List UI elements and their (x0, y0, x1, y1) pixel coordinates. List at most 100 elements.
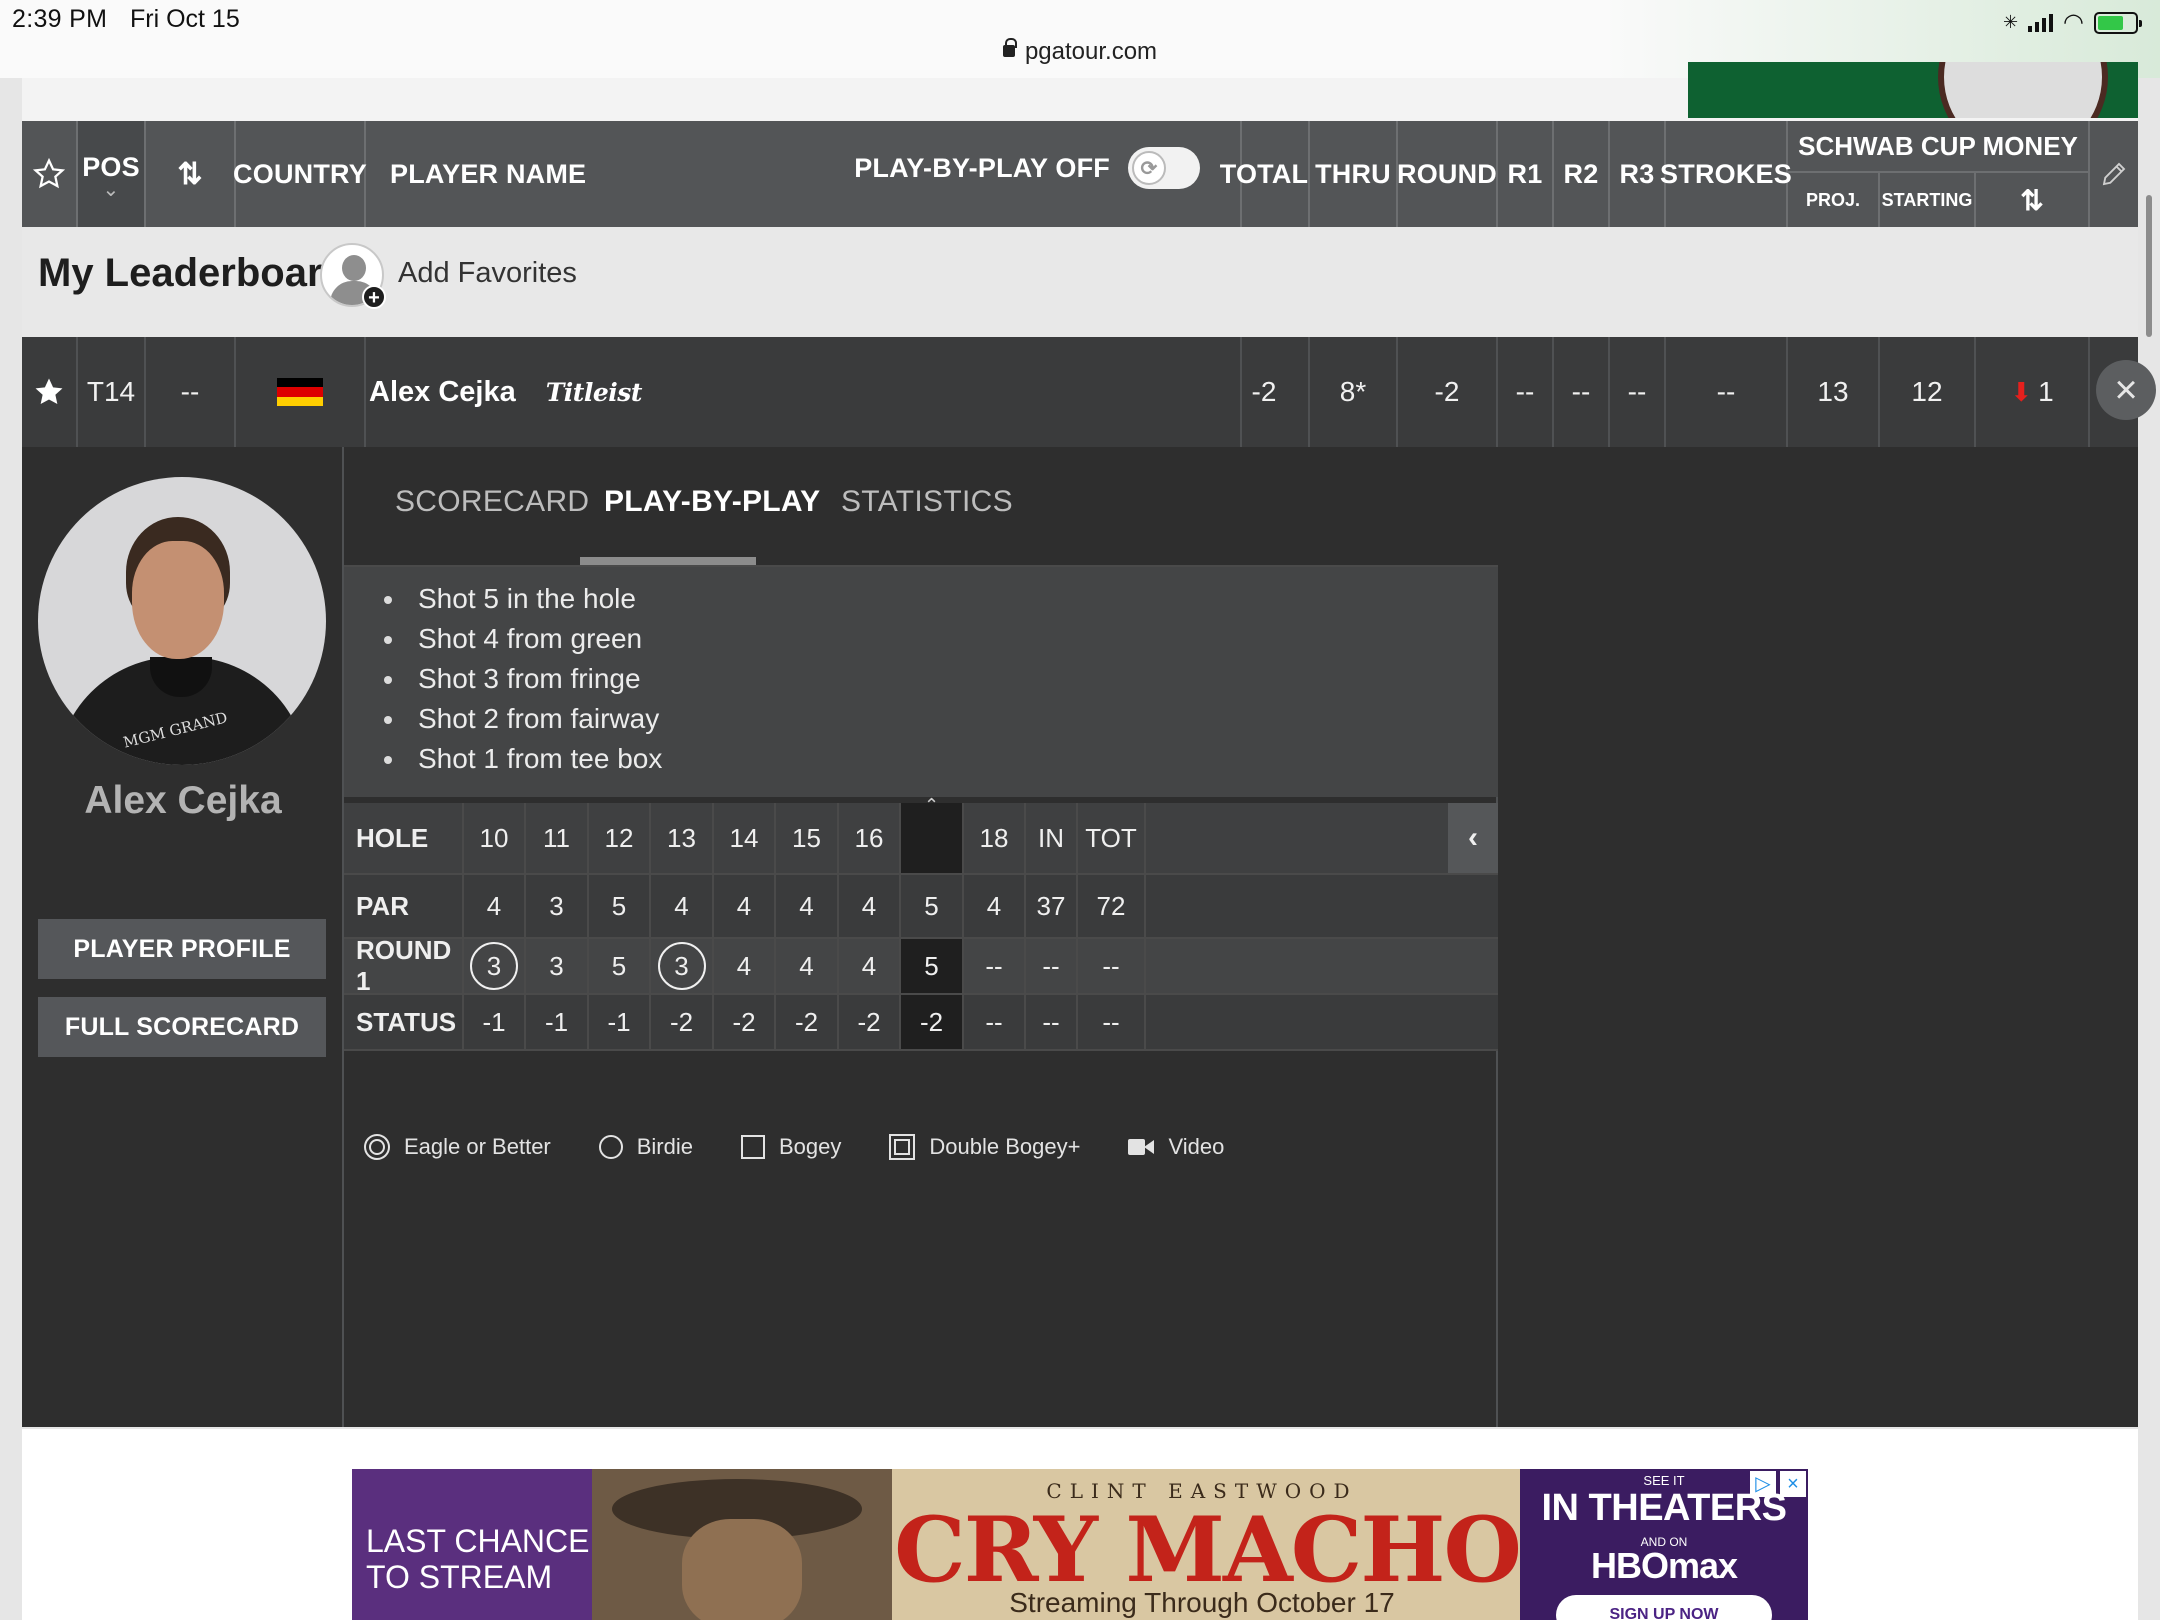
money-sort-icon[interactable]: ⇅ (1976, 173, 2090, 227)
ad-left-text: LAST CHANCE TO STREAM (366, 1523, 589, 1595)
player-name-group[interactable]: Alex Cejka Titleist (369, 337, 642, 447)
country-header-label: COUNTRY (233, 158, 367, 189)
my-leaderboard-bar: My Leaderboard + Add Favorites (22, 227, 2138, 337)
active-tab-indicator (580, 557, 756, 565)
status-row: STATUS -1 -1 -1 -2 -2 -2 -2 -2 -- -- -- (344, 995, 1498, 1051)
play-by-play-toggle[interactable]: ⟳ (1128, 147, 1200, 189)
tab-scorecard[interactable]: SCORECARD (395, 485, 589, 519)
germany-flag-icon (277, 378, 323, 406)
thru-header-label: THRU (1315, 158, 1391, 189)
r1-column-header[interactable]: R1 (1498, 121, 1554, 227)
play-by-play-toggle-group: PLAY-BY-PLAY OFF ⟳ (854, 147, 1200, 189)
ad-left-panel: LAST CHANCE TO STREAM (352, 1469, 592, 1620)
page-scrollbar[interactable] (2146, 195, 2152, 337)
player-movement: -- (146, 337, 236, 447)
ad-choices[interactable]: ▷ × (1750, 1471, 1806, 1497)
strokes-column-header[interactable]: STROKES (1660, 121, 1792, 227)
player-name-column-header[interactable]: PLAYER NAME PLAY-BY-PLAY OFF ⟳ (366, 121, 1242, 227)
sponsor-banner[interactable] (1688, 62, 2138, 118)
shot-item: Shot 3 from fringe (384, 659, 662, 699)
score-cell: 72 (1078, 875, 1146, 937)
movement-sort-icon[interactable]: ⇅ (146, 121, 236, 227)
play-by-play-label: PLAY-BY-PLAY OFF (854, 152, 1110, 183)
player-thru: 8* (1310, 337, 1398, 447)
eagle-double-circle-icon (364, 1134, 390, 1160)
score-cell[interactable]: TOT (1078, 803, 1146, 873)
score-cell[interactable]: 14 (714, 803, 776, 873)
strokes-header-label: STROKES (1660, 158, 1792, 189)
row-label: STATUS (344, 995, 464, 1049)
r3-column-header[interactable]: R3 (1610, 121, 1666, 227)
money-header-label: SCHWAB CUP MONEY (1798, 130, 2078, 161)
favorite-column-star-icon[interactable] (22, 121, 78, 227)
ad-choices-icon[interactable]: ▷ (1750, 1471, 1776, 1497)
score-cell[interactable]: 12 (589, 803, 651, 873)
double-bogey-square-icon (889, 1134, 916, 1160)
add-plus-icon[interactable]: + (362, 285, 386, 309)
money-change-value: 1 (2038, 376, 2054, 407)
add-favorites-link[interactable]: Add Favorites (398, 257, 577, 290)
total-column-header[interactable]: TOTAL (1220, 121, 1310, 227)
score-cell[interactable]: ⌃ (901, 795, 964, 873)
par-row: PAR 4 3 5 4 4 4 4 5 4 37 72 (344, 875, 1498, 939)
player-proj: 13 (1788, 337, 1880, 447)
score-cell[interactable]: 16 (839, 803, 901, 873)
player-starting: 12 (1880, 337, 1976, 447)
ad-tagline: Streaming Through October 17 (1009, 1587, 1395, 1618)
score-cell[interactable]: IN (1026, 803, 1078, 873)
score-cell: -2 (901, 995, 964, 1049)
player-name-header-label: PLAYER NAME (390, 158, 587, 189)
score-cell: -2 (714, 995, 776, 1049)
score-cell: 5 (589, 939, 651, 993)
hole-row: HOLE 10 11 12 13 14 15 16 ⌃ 18 IN TOT ‹ (344, 795, 1498, 875)
starting-header-label: STARTING (1881, 189, 1973, 210)
schwab-cup-money-header: SCHWAB CUP MONEY (1788, 121, 2090, 173)
score-cell[interactable]: 15 (776, 803, 839, 873)
r2-column-header[interactable]: R2 (1554, 121, 1610, 227)
close-icon[interactable]: × (2096, 360, 2156, 420)
r1-header-label: R1 (1507, 158, 1543, 189)
chevron-left-icon[interactable]: ‹ (1448, 803, 1498, 873)
edit-pencil-icon[interactable] (2090, 121, 2138, 227)
score-cell[interactable]: 18 (964, 803, 1026, 873)
score-cell[interactable]: 11 (526, 803, 589, 873)
lock-icon (1002, 38, 1017, 57)
ad-close-icon[interactable]: × (1780, 1471, 1806, 1497)
score-cell: -2 (776, 995, 839, 1049)
shot-list: Shot 5 in the hole Shot 4 from green Sho… (344, 567, 1498, 797)
player-row[interactable]: T14 -- Alex Cejka Titleist -2 8* -2 -- -… (22, 337, 2156, 447)
score-cell[interactable]: 10 (464, 803, 526, 873)
score-cell: 3 (526, 875, 589, 937)
bogey-square-icon (741, 1135, 765, 1159)
legend-double-bogey-label: Double Bogey+ (929, 1134, 1081, 1159)
score-cell: 4 (839, 875, 901, 937)
score-cell: 3 (526, 939, 589, 993)
player-profile-button[interactable]: PLAYER PROFILE (38, 919, 326, 979)
advertisement-banner[interactable]: LAST CHANCE TO STREAM CLINT EASTWOOD CRY … (352, 1469, 1808, 1620)
birdie-circle-icon (598, 1135, 623, 1159)
country-column-header[interactable]: COUNTRY (233, 121, 367, 227)
full-scorecard-button[interactable]: FULL SCORECARD (38, 997, 326, 1057)
score-cell: 5 (901, 875, 964, 937)
my-leaderboard-title: My Leaderboard (38, 251, 347, 295)
legend-video: Video (1128, 1134, 1224, 1160)
legend-bogey: Bogey (741, 1134, 841, 1160)
score-cell: 5 (589, 875, 651, 937)
shot-item: Shot 2 from fairway (384, 699, 662, 739)
ad-signup-button[interactable]: SIGN UP NOW (1556, 1595, 1772, 1620)
starting-column-header[interactable]: STARTING (1880, 173, 1976, 227)
tab-statistics[interactable]: STATISTICS (841, 485, 1013, 519)
proj-column-header[interactable]: PROJ. (1788, 173, 1880, 227)
score-cell: 4 (651, 875, 714, 937)
score-cell[interactable]: 13 (651, 803, 714, 873)
tab-play-by-play[interactable]: PLAY-BY-PLAY (604, 485, 820, 519)
player-name: Alex Cejka (369, 375, 516, 408)
pos-column-header[interactable]: POS ⌄ (78, 121, 146, 227)
thru-column-header[interactable]: THRU (1310, 121, 1398, 227)
round-column-header[interactable]: ROUND (1397, 121, 1498, 227)
play-by-play-column: SCORECARD PLAY-BY-PLAY STATISTICS Shot 5… (344, 447, 1498, 1427)
legend-birdie-label: Birdie (636, 1134, 693, 1159)
favorite-star-icon[interactable] (22, 337, 78, 447)
ad-actor-image (592, 1469, 892, 1620)
arrow-down-icon: ⬇ (2010, 376, 2033, 407)
